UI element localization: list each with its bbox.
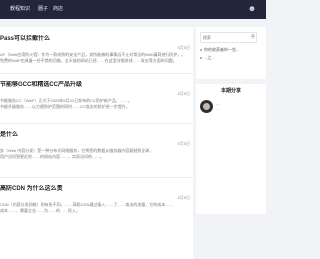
article-summary-line: 免费的WAF也具备一些不错的功能，全天候的网站已经……在这里详细讲述……攻击等方… xyxy=(0,58,177,63)
section-heading: 本期分享 xyxy=(220,88,241,94)
avatar[interactable] xyxy=(200,100,213,113)
search-box[interactable]: ⚲ xyxy=(200,32,257,43)
notice-item[interactable]: ...之... xyxy=(200,55,262,61)
bullet-icon xyxy=(200,56,202,59)
avatar-face xyxy=(203,103,210,110)
article-title[interactable]: 是什么 xyxy=(0,131,193,139)
article-title[interactable]: 节能够GCC和精选CC产品升级 xyxy=(0,81,193,89)
search-icon[interactable]: ⚲ xyxy=(250,34,256,41)
notice-text: ...之... xyxy=(204,55,215,60)
article-date: 5月5日 xyxy=(177,141,190,146)
divider xyxy=(0,177,193,178)
article-summary-line: 节能升级服务……以方便防护范围的同时……CC攻击的防护进一步提升。 xyxy=(0,104,130,109)
nav-item-tutorials[interactable]: 教程知识 xyxy=(10,5,30,13)
article-title[interactable]: 高防CDN 为什么这么贵 xyxy=(0,185,193,193)
bullet-icon xyxy=(200,48,202,51)
article-date: 5月5日 xyxy=(177,91,190,96)
article-summary-line: 用户访问到更近的……的网站内容……，实现访问的……。 xyxy=(0,154,104,159)
author-info: … xyxy=(216,107,220,111)
divider xyxy=(0,123,193,124)
article-date: 5月5日 xyxy=(177,45,190,50)
notice-item[interactable]: 你的收获者的一些... xyxy=(200,47,262,53)
article-summary-line: 成本……，需要企业……为……的……投入。 xyxy=(0,208,80,213)
user-icon[interactable]: ☻ xyxy=(246,4,258,14)
article-title[interactable]: Pass可以拦截什么 xyxy=(0,35,193,43)
divider xyxy=(0,73,193,74)
top-navbar: 教程知识 圈子 商店 ☻ xyxy=(0,0,266,19)
notice-text: 你的收获者的一些... xyxy=(204,47,240,52)
article-list: Pass可以拦截什么 5月5日 AF（Web应用防火墙）作为一款成熟的安全产品，… xyxy=(0,27,193,259)
sidebar-search-panel: ⚲ 你的收获者的一些... ...之... xyxy=(196,27,266,79)
search-input[interactable] xyxy=(203,34,247,41)
article-date: 5月5日 xyxy=(177,195,190,200)
sidebar-author-panel: 本期分享 … … xyxy=(196,84,266,214)
nav-item-store[interactable]: 商店 xyxy=(53,5,63,13)
nav-item-community[interactable]: 圈子 xyxy=(38,5,48,13)
